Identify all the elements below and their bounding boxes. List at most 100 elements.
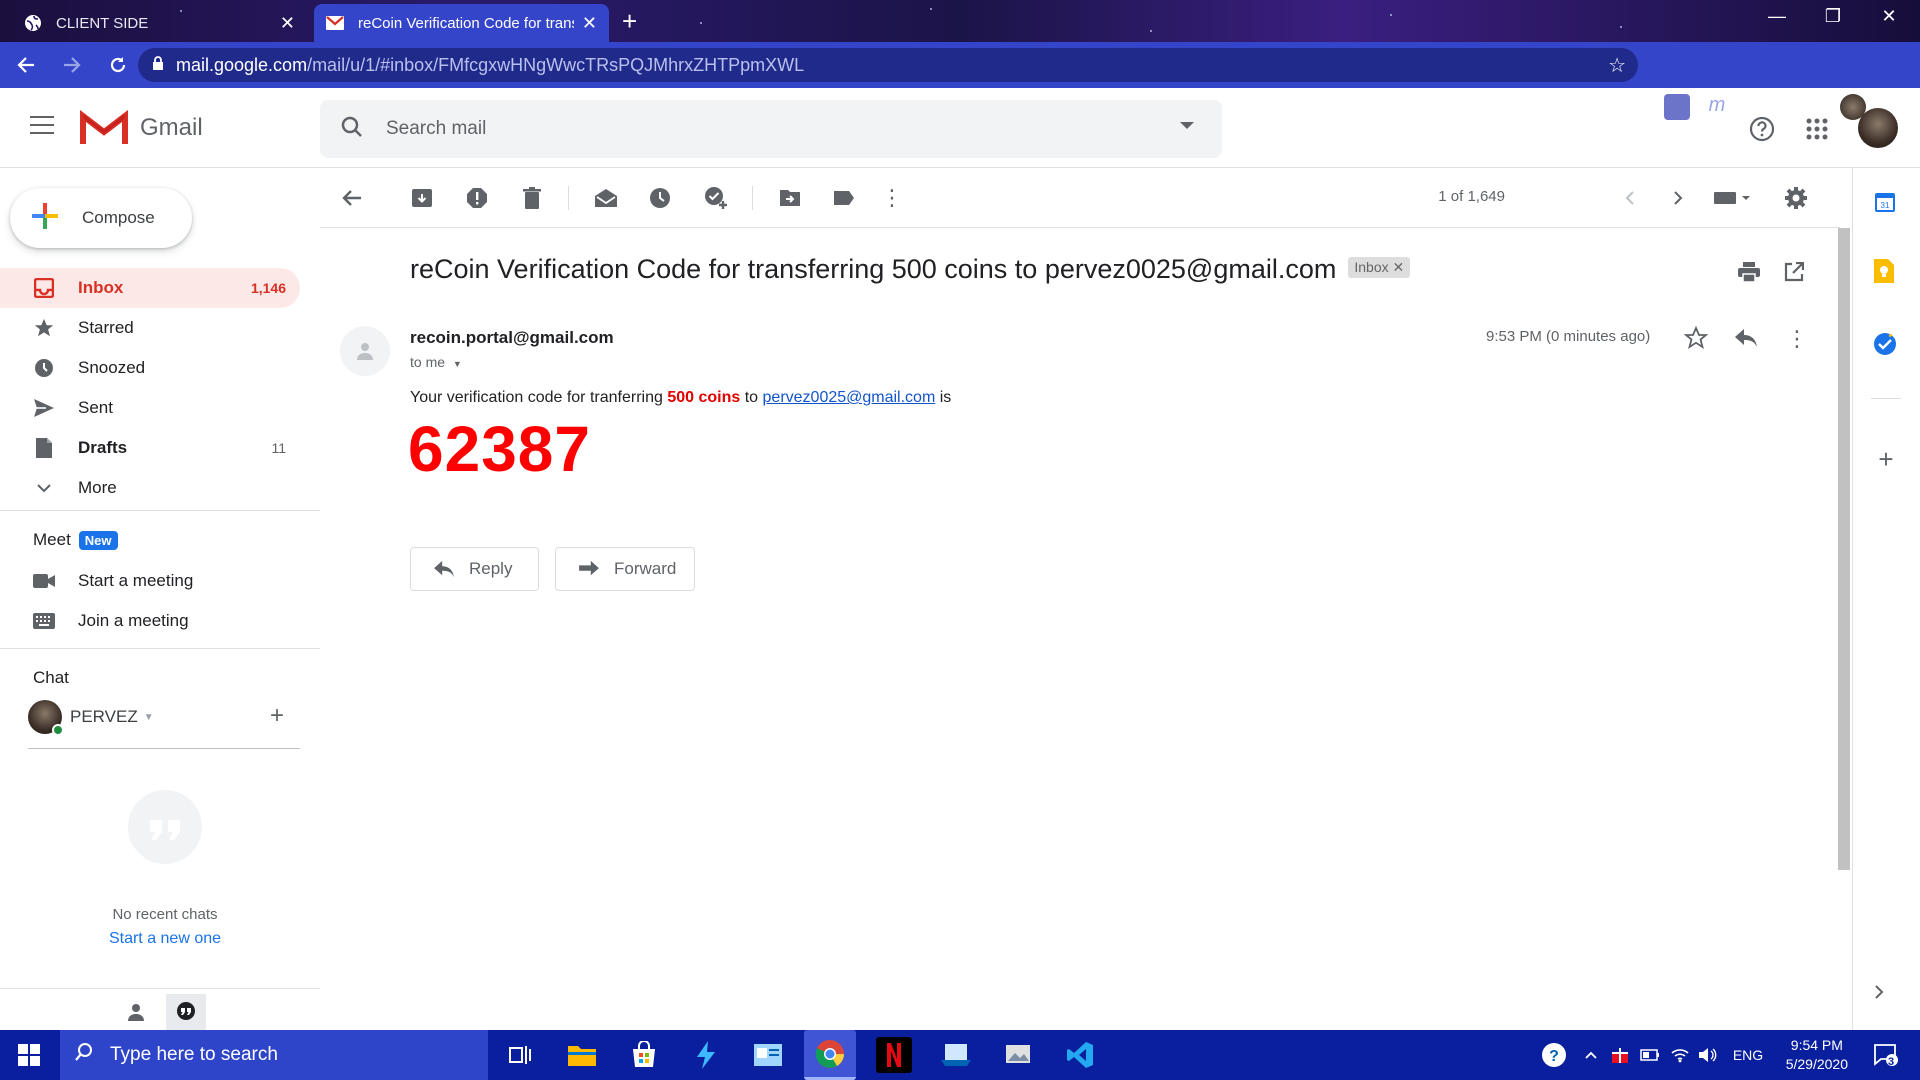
chat-avatar xyxy=(28,700,64,736)
archive-icon[interactable] xyxy=(410,186,434,210)
chrome-taskbar-icon[interactable] xyxy=(804,1030,856,1080)
content-scrollbar[interactable] xyxy=(1836,228,1852,1030)
print-icon[interactable] xyxy=(1738,262,1760,287)
volume-icon[interactable] xyxy=(1696,1030,1720,1080)
start-new-chat-link[interactable]: Start a new one xyxy=(0,930,330,948)
battery-icon[interactable] xyxy=(1638,1030,1662,1080)
divider xyxy=(0,648,320,649)
close-tab-icon[interactable]: ✕ xyxy=(582,13,597,34)
sidebar-item-more[interactable]: More xyxy=(0,468,300,508)
recipient-details[interactable]: to me ▼ xyxy=(410,354,462,370)
settings-gear-icon[interactable] xyxy=(1784,186,1808,210)
delete-icon[interactable] xyxy=(520,186,544,210)
tasks-icon[interactable] xyxy=(1873,332,1899,358)
join-meeting-item[interactable]: Join a meeting xyxy=(0,601,300,641)
sidebar-item-inbox[interactable]: Inbox 1,146 xyxy=(0,268,300,308)
expand-panel-icon[interactable] xyxy=(1873,984,1899,1010)
older-message-icon[interactable] xyxy=(1666,186,1690,210)
wifi-icon[interactable] xyxy=(1668,1030,1692,1080)
star-message-icon[interactable] xyxy=(1683,325,1709,355)
input-tools-icon[interactable] xyxy=(1712,186,1756,210)
caret-down-icon[interactable]: ▼ xyxy=(144,712,154,723)
back-to-inbox-icon[interactable] xyxy=(340,186,364,210)
report-spam-icon[interactable] xyxy=(465,186,489,210)
minimize-button[interactable]: — xyxy=(1754,6,1800,27)
recipient-email-link[interactable]: pervez0025@gmail.com xyxy=(763,389,936,406)
move-to-icon[interactable] xyxy=(778,186,802,210)
forward-button[interactable]: Forward xyxy=(555,547,695,591)
tab-recoin[interactable]: reCoin Verification Code for trans ✕ xyxy=(314,4,609,42)
input-language[interactable]: ENG xyxy=(1730,1030,1766,1080)
address-bar[interactable]: mail.google.com/mail/u/1/#inbox/FMfcgxwH… xyxy=(138,48,1638,82)
store-icon[interactable] xyxy=(626,1037,662,1073)
lightning-app-icon[interactable] xyxy=(688,1037,724,1073)
remove-label-icon[interactable]: ✕ xyxy=(1393,259,1405,275)
inbox-label-chip[interactable]: Inbox ✕ xyxy=(1348,257,1411,279)
calendar-icon[interactable]: 31 xyxy=(1873,190,1899,216)
reply-icon[interactable] xyxy=(1734,328,1758,353)
keep-icon[interactable] xyxy=(1873,258,1899,284)
start-meeting-item[interactable]: Start a meeting xyxy=(0,561,300,601)
file-explorer-icon[interactable] xyxy=(564,1037,600,1073)
search-input[interactable] xyxy=(386,118,1146,140)
sidebar-item-drafts[interactable]: Drafts 11 xyxy=(0,428,300,468)
add-to-tasks-icon[interactable] xyxy=(704,186,728,210)
back-button[interactable] xyxy=(6,45,46,85)
open-new-window-icon[interactable] xyxy=(1784,261,1805,287)
sidebar-item-label: Sent xyxy=(78,398,113,417)
sidebar-item-snoozed[interactable]: Snoozed xyxy=(0,348,300,388)
contacts-icon[interactable] xyxy=(126,1002,146,1027)
task-view-icon[interactable] xyxy=(502,1037,538,1073)
get-addons-plus-icon[interactable]: + xyxy=(1873,444,1899,474)
show-hidden-icons-chevron-icon[interactable] xyxy=(1580,1030,1602,1080)
caret-down-icon[interactable]: ▼ xyxy=(453,359,462,369)
vscode-icon[interactable] xyxy=(1062,1037,1098,1073)
help-tray-icon[interactable]: ? xyxy=(1536,1030,1572,1080)
bookmark-star-icon[interactable]: ☆ xyxy=(1608,53,1626,78)
newer-message-icon[interactable] xyxy=(1618,186,1642,210)
verification-code: 62387 xyxy=(408,413,591,485)
message-more-icon[interactable]: ⋮ xyxy=(1786,326,1808,352)
forward-icon xyxy=(578,560,600,578)
tab-client-side[interactable]: CLIENT SIDE ✕ xyxy=(12,4,307,42)
remote-desktop-icon[interactable] xyxy=(938,1037,974,1073)
hangouts-tab-icon[interactable] xyxy=(166,994,206,1030)
apps-grid-icon[interactable] xyxy=(1806,118,1828,145)
url-host: mail.google.com xyxy=(176,54,308,75)
search-bar[interactable] xyxy=(320,100,1222,158)
photos-app-icon[interactable] xyxy=(1000,1037,1036,1073)
netflix-icon[interactable] xyxy=(876,1037,912,1073)
sidebar-item-starred[interactable]: Starred xyxy=(0,308,300,348)
new-tab-button[interactable]: + xyxy=(622,6,637,37)
more-options-icon[interactable]: ⋮ xyxy=(880,185,904,210)
taskbar-search-box[interactable]: Type here to search xyxy=(60,1030,488,1080)
reload-button[interactable] xyxy=(98,45,138,85)
mark-unread-icon[interactable] xyxy=(594,186,618,210)
forward-button[interactable] xyxy=(52,45,92,85)
gift-tray-icon[interactable] xyxy=(1608,1030,1632,1080)
add-chat-button[interactable]: + xyxy=(270,702,284,730)
sender-email[interactable]: recoin.portal@gmail.com xyxy=(410,328,614,348)
compose-button[interactable]: Compose xyxy=(10,188,192,248)
help-icon[interactable] xyxy=(1749,116,1775,147)
reply-button[interactable]: Reply xyxy=(410,547,539,591)
windows-start-icon[interactable] xyxy=(18,1044,40,1071)
scrollbar-thumb[interactable] xyxy=(1838,228,1850,870)
contacts-app-icon[interactable] xyxy=(750,1037,786,1073)
restore-button[interactable]: ❐ xyxy=(1810,6,1856,27)
label-icon[interactable] xyxy=(832,186,856,210)
main-menu-icon[interactable] xyxy=(30,116,54,140)
close-window-button[interactable]: ✕ xyxy=(1866,6,1912,27)
chat-user-pervez[interactable]: PERVEZ ▼ xyxy=(28,700,154,736)
gmail-logo[interactable]: Gmail xyxy=(80,110,203,146)
account-avatar[interactable] xyxy=(1858,108,1898,148)
search-icon[interactable] xyxy=(340,115,364,144)
close-tab-icon[interactable]: ✕ xyxy=(280,13,295,34)
system-clock[interactable]: 9:54 PM 5/29/2020 xyxy=(1786,1036,1848,1074)
sidebar-item-sent[interactable]: Sent xyxy=(0,388,300,428)
action-center-icon[interactable]: 3 xyxy=(1866,1030,1906,1080)
snooze-icon[interactable] xyxy=(648,186,672,210)
send-icon xyxy=(32,398,56,418)
sender-avatar[interactable] xyxy=(340,326,390,376)
search-options-dropdown-icon[interactable] xyxy=(1180,122,1194,129)
